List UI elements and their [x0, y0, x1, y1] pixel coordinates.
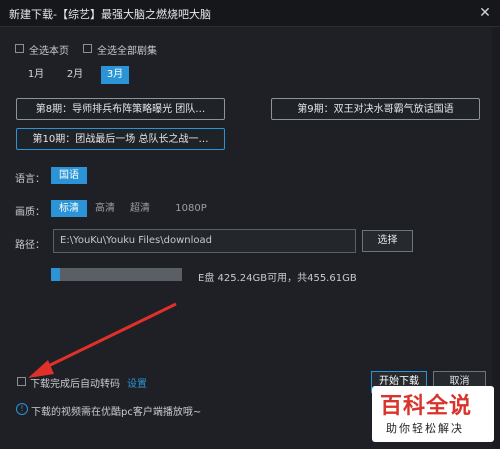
quality-option-shd[interactable]: 超清 [124, 200, 156, 217]
quality-option-1080p[interactable]: 1080P [158, 200, 224, 217]
episode-button-9[interactable]: 第9期：双王对决水哥霸气放话国语 [271, 98, 480, 120]
settings-link[interactable]: 设置 [127, 375, 147, 390]
quality-option-sd[interactable]: 标清 [51, 200, 87, 217]
watermark-title: 百科全说 [380, 394, 473, 419]
tab-month-1[interactable]: 1月 [22, 66, 50, 84]
auto-transcode-checkbox[interactable] [17, 377, 26, 386]
select-all-checkbox[interactable] [83, 44, 92, 53]
path-input[interactable]: E:\YouKu\Youku Files\download [53, 229, 356, 253]
close-icon[interactable]: ✕ [476, 4, 494, 22]
language-label: 语言： [15, 174, 45, 185]
language-option-mandarin[interactable]: 国语 [51, 167, 87, 184]
download-dialog: 新建下载-【综艺】最强大脑之燃烧吧大脑 ✕ 全选本页 全选全部剧集 1月 2月 … [0, 0, 500, 449]
watermark-logo: 百科全说 助你轻松解决 [372, 386, 494, 442]
quality-option-hd[interactable]: 高清 [89, 200, 121, 217]
info-icon: ! [16, 403, 28, 415]
episode-button-8[interactable]: 第8期：导师排兵布阵策略曝光 团队… [16, 98, 225, 120]
tab-month-3[interactable]: 3月 [101, 66, 129, 84]
disk-usage-fill [51, 268, 60, 281]
tab-month-2[interactable]: 2月 [61, 66, 89, 84]
window-title: 新建下载-【综艺】最强大脑之燃烧吧大脑 [9, 8, 211, 21]
disk-usage-bar [51, 268, 182, 281]
select-page-checkbox[interactable] [15, 44, 24, 53]
path-label: 路径： [15, 240, 45, 251]
notice-text: 下载的视频需在优酷pc客户端播放哦~ [31, 407, 202, 418]
quality-label: 画质： [15, 207, 45, 218]
auto-transcode-label: 下载完成后自动转码 [30, 379, 120, 390]
select-all-label: 全选全部剧集 [97, 46, 157, 57]
scrollbar[interactable] [492, 27, 500, 449]
watermark-subtitle: 助你轻松解决 [386, 422, 464, 435]
title-bar: 新建下载-【综艺】最强大脑之燃烧吧大脑 ✕ [0, 0, 500, 27]
episode-button-10[interactable]: 第10期：团战最后一场 总队长之战一… [16, 128, 225, 150]
choose-path-button[interactable]: 选择 [362, 230, 413, 252]
disk-space-text: E盘 425.24GB可用，共455.61GB [198, 273, 357, 284]
select-page-label: 全选本页 [29, 46, 69, 57]
